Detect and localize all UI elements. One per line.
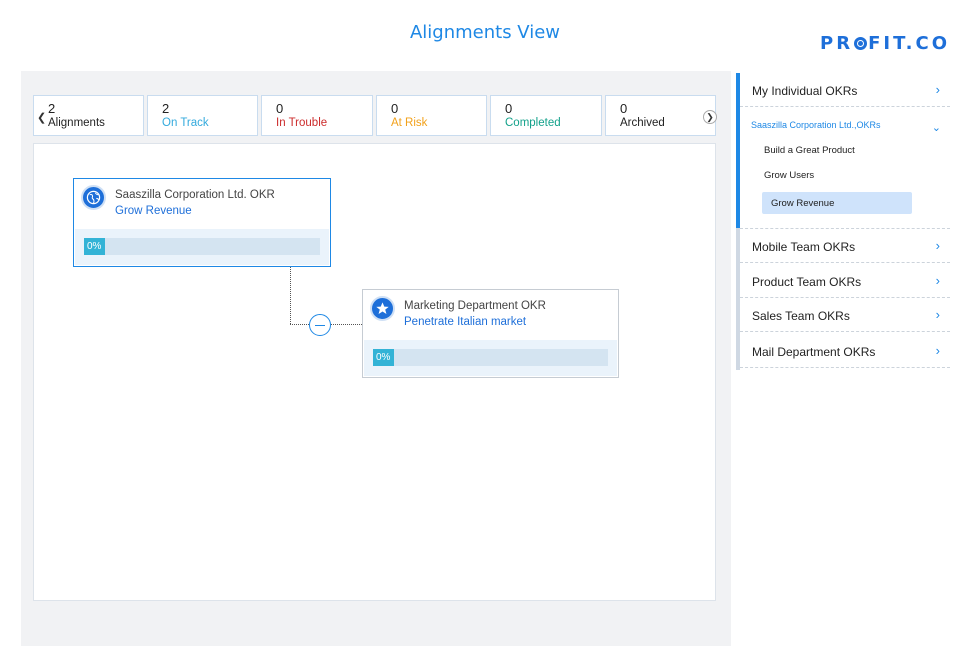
stat-label: Alignments <box>48 117 105 129</box>
chevron-right-icon: › <box>935 238 940 253</box>
progress-area: 0% <box>364 340 617 376</box>
stat-count: 2 <box>162 101 170 116</box>
okr-card-parent[interactable]: Saaszilla Corporation Ltd. OKR Grow Reve… <box>73 178 331 267</box>
stat-alignments[interactable]: ❮ 2 Alignments <box>33 95 144 136</box>
stat-count: 0 <box>620 101 628 116</box>
sidebar-item-label: Mail Department OKRs <box>752 345 876 359</box>
stat-label: Completed <box>505 117 561 129</box>
chevron-left-icon[interactable]: ❮ <box>37 111 46 124</box>
chevron-down-icon[interactable]: ⌄ <box>932 121 941 134</box>
stat-label: In Trouble <box>276 117 328 129</box>
chevron-right-icon[interactable]: ❯ <box>703 110 717 124</box>
connector-line <box>290 324 309 325</box>
brand-logo-pre: PR <box>820 33 854 54</box>
chevron-right-icon: › <box>935 307 940 322</box>
brand-logo-post: FIT.CO <box>868 33 950 54</box>
sidebar-item-product-team[interactable]: Product Team OKRs › <box>740 264 950 298</box>
chevron-right-icon: › <box>935 273 940 288</box>
sidebar-item-label: Sales Team OKRs <box>752 309 850 323</box>
okr-objective[interactable]: Grow Revenue <box>115 205 192 217</box>
brand-logo: PR FIT.CO <box>820 33 950 54</box>
sidebar-item-my-okrs[interactable]: My Individual OKRs › <box>740 73 950 107</box>
okr-card-header: Saaszilla Corporation Ltd. OKR Grow Reve… <box>74 179 330 229</box>
sidebar-item-mail-department[interactable]: Mail Department OKRs › <box>740 334 950 368</box>
app-root: Alignments View PR FIT.CO ❮ 2 Alignments … <box>0 0 970 671</box>
stat-label: At Risk <box>391 117 428 129</box>
progress-area: 0% <box>75 229 329 265</box>
sidebar-item-sales-team[interactable]: Sales Team OKRs › <box>740 298 950 332</box>
connector-line <box>290 267 291 324</box>
sidebar-item-label: Mobile Team OKRs <box>752 240 856 254</box>
stat-count: 0 <box>505 101 513 116</box>
progress-fill: 0% <box>84 238 105 255</box>
star-icon <box>370 296 395 321</box>
chevron-right-icon: › <box>935 82 940 97</box>
sidebar-group-title[interactable]: Saaszilla Corporation Ltd.,OKRs <box>751 120 881 130</box>
okr-sidebar: My Individual OKRs › Saaszilla Corporati… <box>736 71 950 370</box>
target-icon <box>854 37 868 50</box>
connector-line <box>331 324 362 325</box>
sidebar-group-company: Saaszilla Corporation Ltd.,OKRs ⌄ Build … <box>740 107 950 229</box>
collapse-toggle-icon[interactable] <box>309 314 331 336</box>
stat-count: 2 <box>48 101 56 116</box>
chevron-right-icon: › <box>935 343 940 358</box>
stat-count: 0 <box>276 101 284 116</box>
stat-in-trouble[interactable]: 0 In Trouble <box>261 95 373 136</box>
progress-fill: 0% <box>373 349 394 366</box>
sidebar-subitem[interactable]: Grow Users <box>764 170 814 181</box>
stat-archived[interactable]: 0 Archived <box>605 95 716 136</box>
okr-owner: Marketing Department OKR <box>404 300 546 312</box>
okr-owner: Saaszilla Corporation Ltd. OKR <box>115 189 275 201</box>
sidebar-item-label: My Individual OKRs <box>752 84 858 98</box>
sidebar-subitem[interactable]: Build a Great Product <box>764 145 855 156</box>
sidebar-item-label: Product Team OKRs <box>752 275 862 289</box>
stat-completed[interactable]: 0 Completed <box>490 95 602 136</box>
stats-bar: ❮ 2 Alignments 2 On Track 0 In Trouble 0… <box>33 95 717 136</box>
stat-on-track[interactable]: 2 On Track <box>147 95 258 136</box>
sidebar-item-mobile-team[interactable]: Mobile Team OKRs › <box>740 229 950 263</box>
stat-at-risk[interactable]: 0 At Risk <box>376 95 487 136</box>
stat-count: 0 <box>391 101 399 116</box>
globe-icon <box>81 185 106 210</box>
okr-card-header: Marketing Department OKR Penetrate Itali… <box>363 290 618 340</box>
progress-bar: 0% <box>373 349 608 366</box>
okr-objective[interactable]: Penetrate Italian market <box>404 316 526 328</box>
stat-label: On Track <box>162 117 209 129</box>
sidebar-subitem-active[interactable]: Grow Revenue <box>762 192 912 214</box>
progress-bar: 0% <box>84 238 320 255</box>
okr-card-child[interactable]: Marketing Department OKR Penetrate Itali… <box>362 289 619 378</box>
stat-label: Archived <box>620 117 665 129</box>
